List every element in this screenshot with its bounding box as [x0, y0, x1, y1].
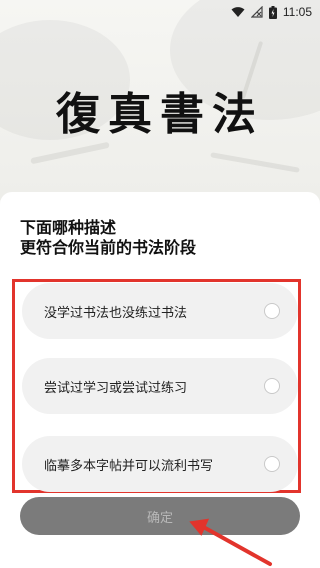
- confirm-button-label: 确定: [146, 510, 173, 526]
- option-label: 临摹多本字帖并可以流利书写: [44, 458, 214, 474]
- annotation-arrow-icon: [189, 518, 272, 566]
- status-time: 11:05: [282, 5, 312, 19]
- brush-stroke-decoration: [30, 141, 110, 165]
- option-no-experience[interactable]: 没学过书法也没练过书法: [22, 283, 298, 339]
- question-line-1: 下面哪种描述: [20, 218, 117, 237]
- option-label: 没学过书法也没练过书法: [44, 305, 188, 321]
- question-line-2: 更符合你当前的书法阶段: [20, 238, 197, 257]
- radio-button[interactable]: [264, 378, 280, 394]
- status-bar: 11:05: [0, 0, 320, 24]
- radio-button[interactable]: [264, 456, 280, 472]
- battery-charging-icon: [268, 5, 277, 19]
- no-signal-icon: [250, 6, 263, 18]
- app-title-calligraphy: 復真書法: [56, 89, 264, 140]
- option-fluent-writing[interactable]: 临摹多本字帖并可以流利书写: [22, 436, 298, 492]
- option-label: 尝试过学习或尝试过练习: [44, 380, 188, 396]
- question-title: 下面哪种描述 更符合你当前的书法阶段: [20, 218, 196, 258]
- option-tried-learning[interactable]: 尝试过学习或尝试过练习: [22, 358, 298, 414]
- brush-stroke-decoration: [210, 152, 300, 173]
- radio-button[interactable]: [264, 303, 280, 319]
- wifi-icon: [231, 6, 245, 18]
